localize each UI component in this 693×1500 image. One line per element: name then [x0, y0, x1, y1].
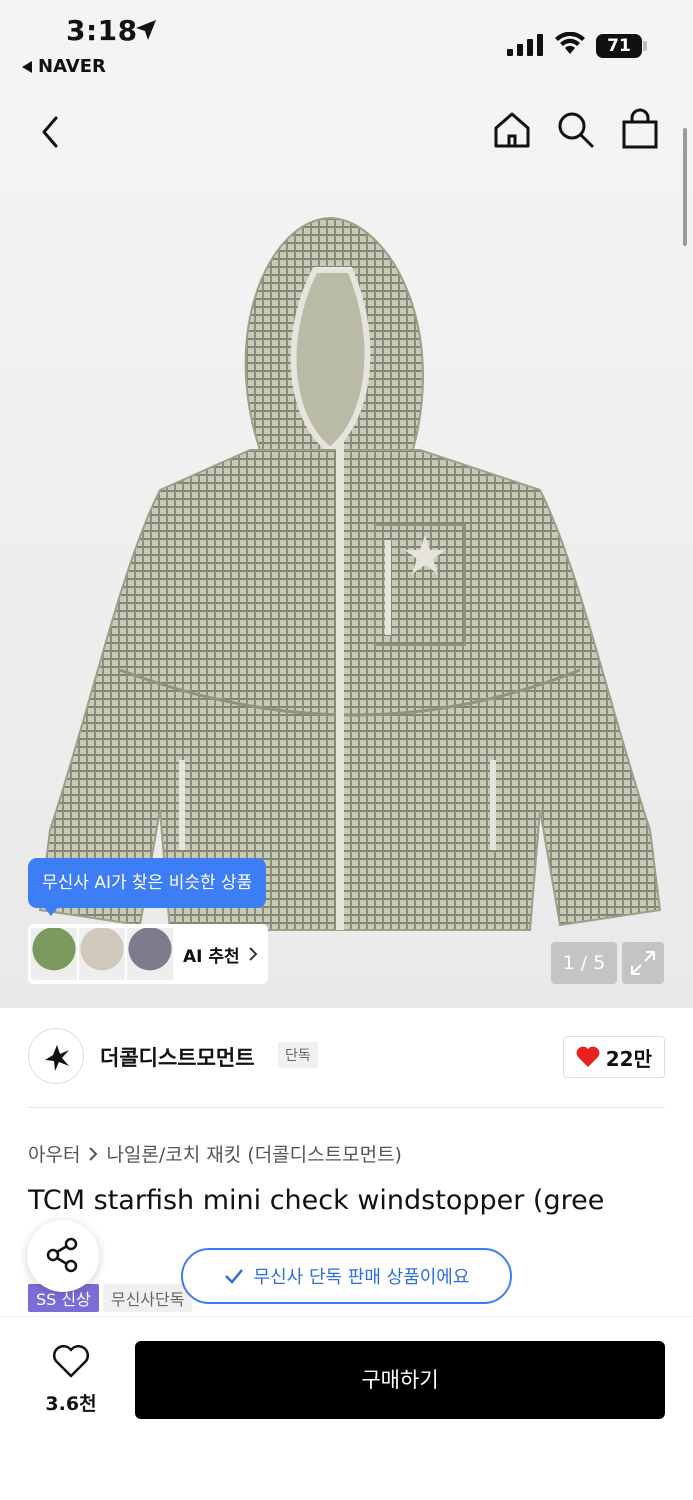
breadcrumb-category[interactable]: 아우터: [28, 1140, 80, 1167]
cellular-signal-icon: [507, 34, 543, 56]
chevron-right-icon: [248, 947, 258, 961]
expand-icon[interactable]: [622, 942, 664, 984]
brand-logo[interactable]: [28, 1028, 84, 1084]
buy-button[interactable]: 구매하기: [135, 1341, 665, 1419]
brand-like-button[interactable]: 22만: [562, 1036, 665, 1078]
product-photo: [30, 210, 670, 954]
check-icon: [224, 1269, 243, 1284]
image-counter: 1 / 5: [551, 942, 617, 984]
purchase-bar: 3.6천 구매하기: [0, 1316, 693, 1500]
share-icon: [46, 1237, 78, 1273]
toast-text: 무신사 단독 판매 상품이에요: [253, 1267, 470, 1288]
back-to-app-link[interactable]: NAVER: [22, 56, 106, 77]
ai-recommend-card[interactable]: AI 추천: [28, 924, 268, 984]
product-image-gallery[interactable]: 무신사 AI가 찾은 비슷한 상품 AI 추천 1 / 5: [0, 90, 693, 1008]
recommend-thumbnail[interactable]: [127, 928, 173, 980]
recommend-thumbnail[interactable]: [79, 928, 125, 980]
share-button[interactable]: [27, 1220, 99, 1292]
back-icon[interactable]: [36, 112, 66, 152]
shopping-bag-icon[interactable]: [620, 108, 660, 154]
status-time: 3:18: [66, 14, 138, 47]
wishlist-count: 3.6천: [45, 1393, 97, 1415]
home-icon[interactable]: [492, 110, 532, 154]
ai-similar-products-bubble[interactable]: 무신사 AI가 찾은 비슷한 상품: [28, 858, 267, 916]
brand-row: 더콜디스트모먼트 단독 22만: [28, 1028, 665, 1086]
ai-recommend-link[interactable]: AI 추천: [183, 942, 258, 967]
heart-outline-icon: [53, 1345, 89, 1378]
search-icon[interactable]: [556, 110, 596, 154]
brand-like-count: 22만: [605, 1046, 652, 1071]
product-title: TCM starfish mini check windstopper (gre…: [28, 1185, 605, 1216]
breadcrumb: 아우터 나일론/코치 재킷 (더콜디스트모먼트): [28, 1140, 402, 1167]
back-triangle-icon: [22, 60, 32, 73]
chevron-right-icon: [89, 1146, 98, 1161]
battery-indicator: 71: [596, 34, 642, 58]
battery-tip: [643, 41, 647, 51]
back-app-label: NAVER: [38, 56, 106, 77]
page-scrollbar[interactable]: [683, 128, 687, 246]
status-bar: 3:18 NAVER 71: [0, 0, 693, 90]
wifi-icon: [555, 31, 585, 60]
recommend-thumbnail[interactable]: [31, 928, 77, 980]
ai-recommend-label: AI 추천: [183, 946, 240, 967]
exclusive-tag: 단독: [278, 1042, 318, 1068]
breadcrumb-subcategory[interactable]: 나일론/코치 재킷 (더콜디스트모먼트): [106, 1140, 402, 1167]
exclusive-sale-toast: 무신사 단독 판매 상품이에요: [181, 1248, 512, 1304]
location-arrow-icon: [134, 18, 158, 46]
divider: [28, 1107, 665, 1108]
heart-filled-icon: [576, 1046, 600, 1067]
musinsa-exclusive-tag: 무신사단독: [102, 1284, 193, 1312]
wishlist-button[interactable]: 3.6천: [38, 1345, 104, 1416]
brand-name-link[interactable]: 더콜디스트모먼트: [100, 1042, 255, 1072]
